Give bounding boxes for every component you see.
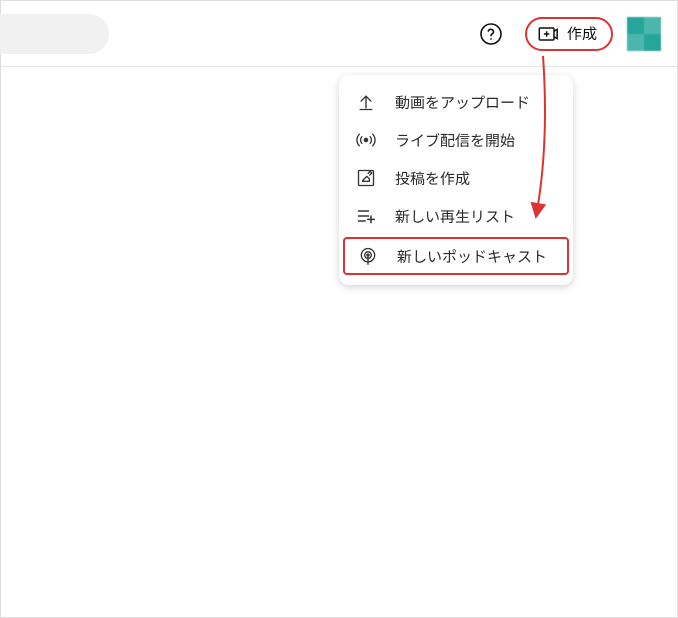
live-icon	[355, 129, 377, 151]
help-icon	[479, 22, 503, 46]
menu-item-label: 新しいポッドキャスト	[397, 246, 547, 267]
menu-item-label: 投稿を作成	[395, 168, 470, 189]
topbar: 作成	[1, 1, 677, 67]
menu-item-post[interactable]: 投稿を作成	[339, 159, 573, 197]
menu-item-label: ライブ配信を開始	[395, 130, 515, 151]
help-button[interactable]	[471, 14, 511, 54]
menu-item-playlist[interactable]: 新しい再生リスト	[339, 197, 573, 235]
upload-icon	[355, 91, 377, 113]
menu-item-label: 動画をアップロード	[395, 92, 530, 113]
post-icon	[355, 167, 377, 189]
menu-item-podcast[interactable]: 新しいポッドキャスト	[343, 237, 569, 275]
menu-item-upload[interactable]: 動画をアップロード	[339, 83, 573, 121]
avatar[interactable]	[627, 17, 661, 51]
create-icon	[537, 23, 559, 45]
menu-item-live[interactable]: ライブ配信を開始	[339, 121, 573, 159]
create-menu: 動画をアップロード ライブ配信を開始 投稿を作成	[339, 75, 573, 285]
search-pill[interactable]	[0, 14, 109, 54]
create-label: 作成	[567, 23, 597, 44]
playlist-icon	[355, 205, 377, 227]
menu-item-label: 新しい再生リスト	[395, 206, 515, 227]
topbar-right: 作成	[471, 14, 661, 54]
create-button[interactable]: 作成	[525, 17, 613, 51]
podcast-icon	[357, 245, 379, 267]
